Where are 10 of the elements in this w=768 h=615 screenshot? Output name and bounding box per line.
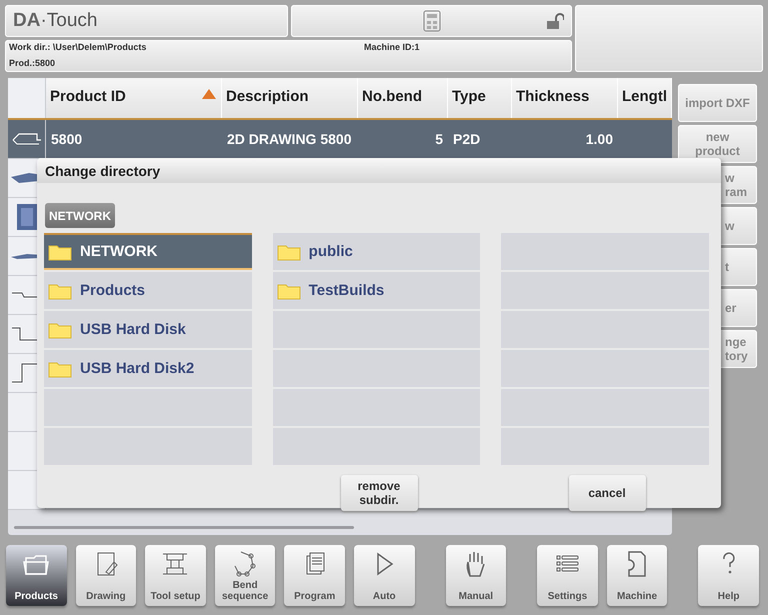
- machine-id: Machine ID:1: [364, 42, 421, 54]
- table-cell-text: P2D: [452, 131, 482, 147]
- dialog-title: Change directory: [37, 158, 721, 183]
- table-cell-text: 5800: [50, 131, 84, 147]
- app-logo: DA·Touch: [5, 5, 288, 37]
- work-directory: Work dir.: \User\Delem\Products: [9, 42, 148, 54]
- table-cell-text: 2D DRAWING 5800: [226, 131, 352, 147]
- product-id: Prod.:5800: [9, 58, 56, 70]
- table-cell-text: 5: [434, 131, 444, 147]
- table-cell-text: 1.00: [584, 131, 614, 147]
